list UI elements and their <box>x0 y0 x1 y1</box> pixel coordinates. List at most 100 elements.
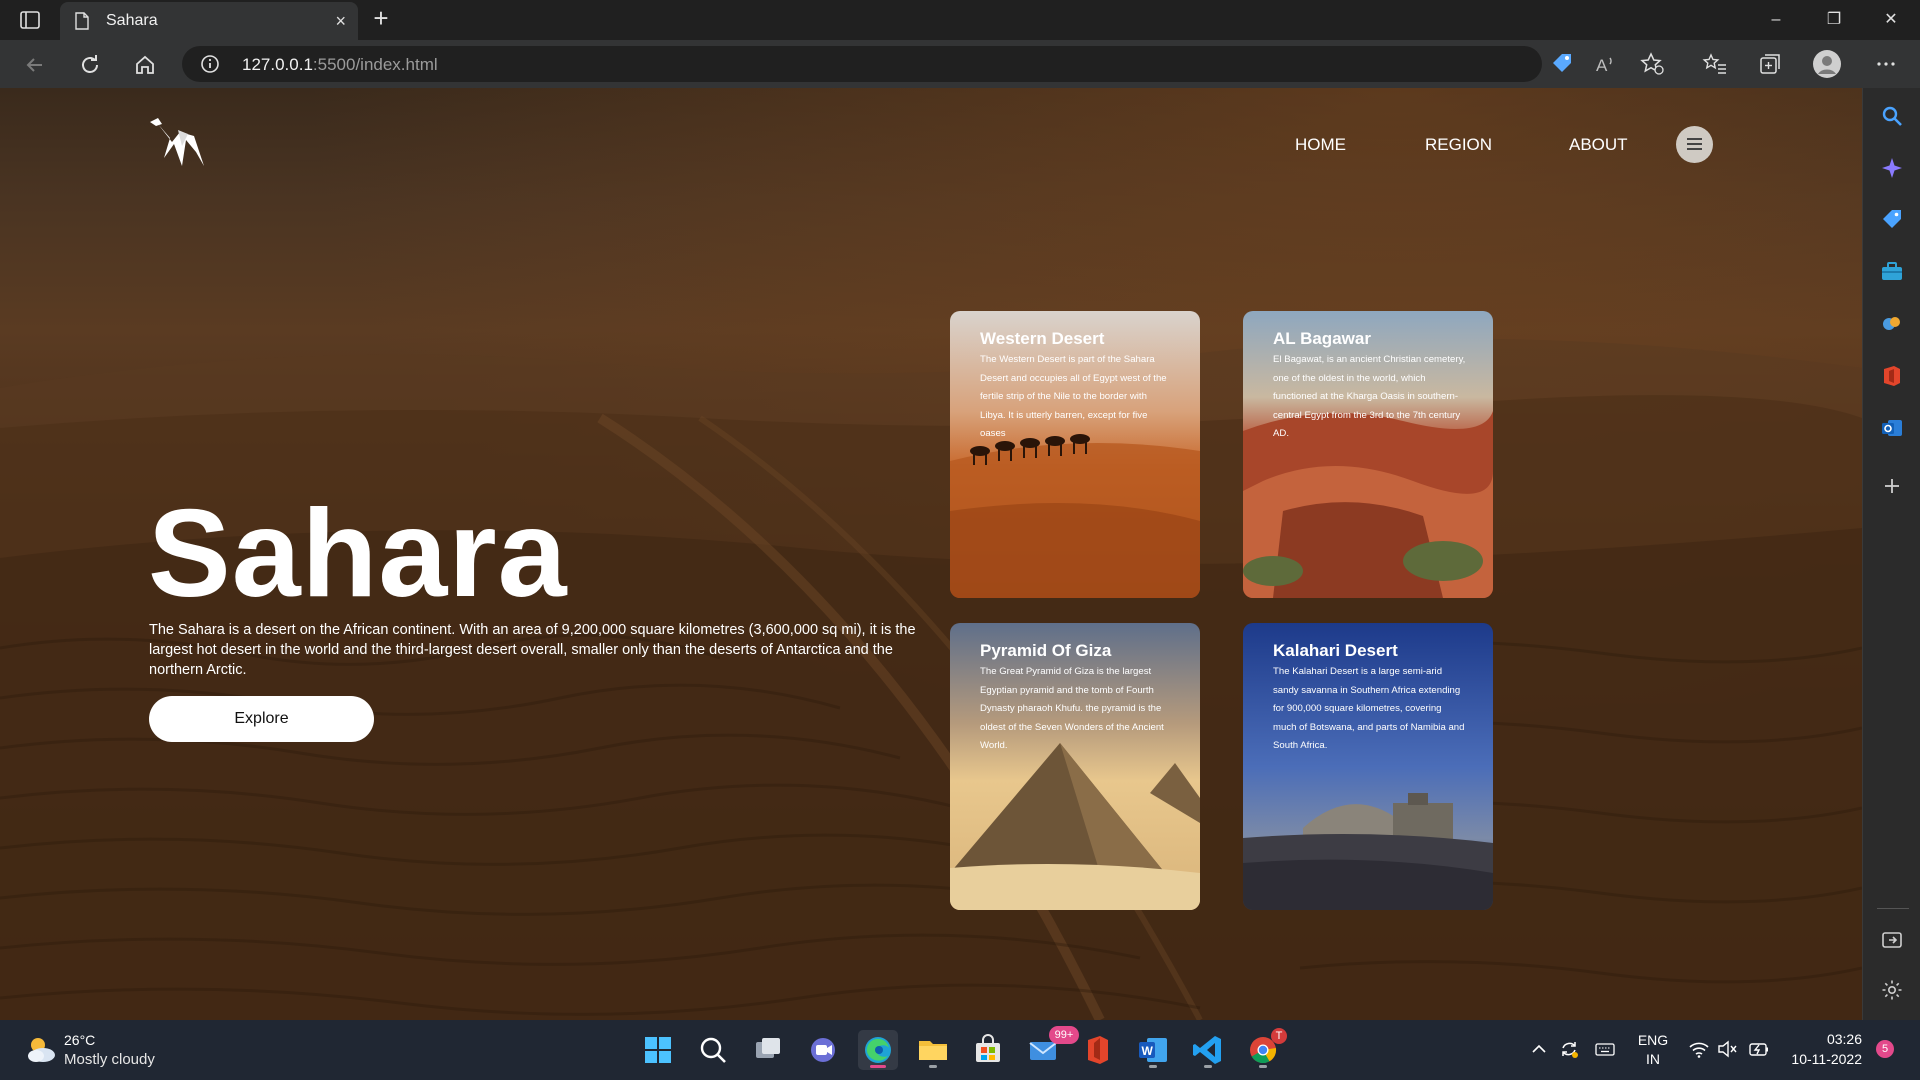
teams-chat-icon <box>811 1038 835 1062</box>
language-indicator-top[interactable]: ENG <box>1636 1032 1670 1048</box>
collections-icon[interactable] <box>1756 50 1784 78</box>
card-description: El Bagawat, is an ancient Christian ceme… <box>1273 354 1466 440</box>
close-window-button[interactable]: ✕ <box>1862 0 1920 40</box>
vscode-button[interactable] <box>1188 1030 1228 1070</box>
tab-close-icon[interactable]: × <box>335 11 346 31</box>
card-kalahari-desert[interactable]: Kalahari Desert The Kalahari Desert is a… <box>1243 623 1493 910</box>
start-button[interactable] <box>638 1030 678 1070</box>
task-view-button[interactable] <box>748 1030 788 1070</box>
browser-tab-sahara[interactable]: Sahara × <box>60 2 358 40</box>
taskbar-search-button[interactable] <box>693 1030 733 1070</box>
edge-taskbar-button[interactable] <box>858 1030 898 1070</box>
browser-tab-bar: Sahara × + – ❐ ✕ <box>0 0 1920 40</box>
card-pyramid-of-giza[interactable]: Pyramid Of Giza The Great Pyramid of Giz… <box>950 623 1200 910</box>
shopping-tag-icon[interactable] <box>1880 208 1904 232</box>
card-western-desert[interactable]: Western Desert The Western Desert is par… <box>950 311 1200 598</box>
address-bar-row: 127.0.0.1:5500/index.html A <box>0 40 1920 88</box>
url-text: 127.0.0.1:5500/index.html <box>242 55 438 75</box>
card-title: Western Desert <box>980 329 1105 348</box>
running-indicator <box>929 1065 937 1068</box>
weather-temperature[interactable]: 26°C <box>64 1032 95 1048</box>
running-indicator <box>1259 1065 1267 1068</box>
tools-briefcase-icon[interactable] <box>1880 260 1904 284</box>
hide-sidebar-icon[interactable] <box>1880 928 1904 952</box>
active-indicator <box>870 1065 886 1068</box>
office-taskbar-button[interactable] <box>1078 1030 1118 1070</box>
back-icon[interactable] <box>20 50 50 80</box>
clock-date[interactable]: 10-11-2022 <box>1772 1051 1862 1067</box>
windows-logo-icon <box>645 1037 671 1063</box>
sidebar-settings-gear-icon[interactable] <box>1880 978 1904 1002</box>
profile-avatar-icon[interactable] <box>1812 49 1842 79</box>
language-indicator-bottom[interactable]: IN <box>1636 1051 1670 1067</box>
card-description: The Great Pyramid of Giza is the largest… <box>980 666 1164 752</box>
card-description: The Western Desert is part of the Sahara… <box>980 354 1167 440</box>
weather-description[interactable]: Mostly cloudy <box>64 1051 155 1068</box>
chrome-profile-badge: T <box>1271 1028 1287 1044</box>
url-field[interactable]: 127.0.0.1:5500/index.html <box>182 46 1542 82</box>
nav-region-link[interactable]: REGION <box>1425 135 1492 155</box>
new-tab-button[interactable]: + <box>368 5 394 32</box>
menu-bar-icon <box>1687 143 1702 145</box>
clock-time[interactable]: 03:26 <box>1782 1031 1862 1047</box>
nav-home-link[interactable]: HOME <box>1295 135 1346 155</box>
sync-icon[interactable] <box>1558 1038 1580 1060</box>
task-view-icon <box>756 1038 780 1058</box>
folder-icon <box>919 1041 947 1060</box>
favorites-icon[interactable] <box>1701 50 1729 78</box>
office-icon[interactable] <box>1880 364 1904 388</box>
minimize-button[interactable]: – <box>1747 0 1805 40</box>
coupon-tag-icon[interactable] <box>1548 50 1576 78</box>
notification-count-badge[interactable]: 5 <box>1876 1040 1894 1058</box>
chrome-button[interactable]: T <box>1243 1028 1287 1070</box>
show-hidden-icons-chevron-icon[interactable] <box>1528 1038 1550 1060</box>
svg-text:W: W <box>1142 1044 1154 1058</box>
edge-browser-icon <box>865 1037 891 1063</box>
office-icon <box>1088 1036 1108 1064</box>
vscode-icon <box>1193 1036 1221 1064</box>
read-aloud-icon[interactable]: A <box>1592 50 1620 78</box>
card-al-bagawar[interactable]: AL Bagawar El Bagawat, is an ancient Chr… <box>1243 311 1493 598</box>
menu-bar-icon <box>1687 148 1702 150</box>
games-icon[interactable] <box>1880 312 1904 336</box>
add-favorite-icon[interactable] <box>1638 50 1666 78</box>
wifi-icon[interactable] <box>1688 1038 1710 1060</box>
card-title: Pyramid Of Giza <box>980 641 1112 660</box>
mail-unread-badge: 99+ <box>1049 1026 1079 1044</box>
battery-charging-icon[interactable] <box>1748 1038 1770 1060</box>
home-icon[interactable] <box>130 50 160 80</box>
svg-text:A: A <box>1596 56 1608 75</box>
more-options-icon[interactable] <box>1872 50 1900 78</box>
card-title: AL Bagawar <box>1273 329 1371 348</box>
weather-cloudy-icon[interactable] <box>24 1034 58 1064</box>
file-explorer-button[interactable] <box>913 1030 953 1070</box>
outlook-icon[interactable] <box>1880 416 1904 440</box>
volume-muted-icon[interactable] <box>1716 1038 1738 1060</box>
mail-button[interactable]: 99+ <box>1023 1026 1079 1070</box>
site-info-icon[interactable] <box>200 54 220 74</box>
hero-title: Sahara <box>148 485 568 623</box>
word-button[interactable]: W <box>1133 1030 1173 1070</box>
restore-button[interactable]: ❐ <box>1805 0 1863 40</box>
running-indicator <box>1204 1065 1212 1068</box>
refresh-icon[interactable] <box>75 50 105 80</box>
store-button[interactable] <box>968 1030 1008 1070</box>
teams-chat-button[interactable] <box>803 1030 843 1070</box>
page-icon <box>75 12 89 30</box>
web-page: HOME REGION ABOUT Sahara The Sahara is a… <box>0 88 1862 1020</box>
menu-toggle-button[interactable] <box>1676 126 1713 163</box>
windows-taskbar: 26°C Mostly cloudy 99+ W T ENG IN 03:26 … <box>0 1020 1920 1080</box>
menu-bar-icon <box>1687 138 1702 140</box>
word-icon: W <box>1139 1038 1167 1062</box>
card-title: Kalahari Desert <box>1273 641 1398 660</box>
keyboard-icon[interactable] <box>1594 1038 1616 1060</box>
add-sidebar-item-icon[interactable] <box>1880 474 1904 498</box>
explore-button[interactable]: Explore <box>149 696 374 742</box>
tab-actions-icon[interactable] <box>18 8 42 32</box>
edge-sidebar <box>1862 88 1920 1020</box>
site-logo-icon[interactable] <box>148 116 214 174</box>
discover-sparkle-icon[interactable] <box>1880 156 1904 180</box>
search-icon[interactable] <box>1880 104 1904 128</box>
nav-about-link[interactable]: ABOUT <box>1569 135 1628 155</box>
hero-description: The Sahara is a desert on the African co… <box>149 622 916 678</box>
